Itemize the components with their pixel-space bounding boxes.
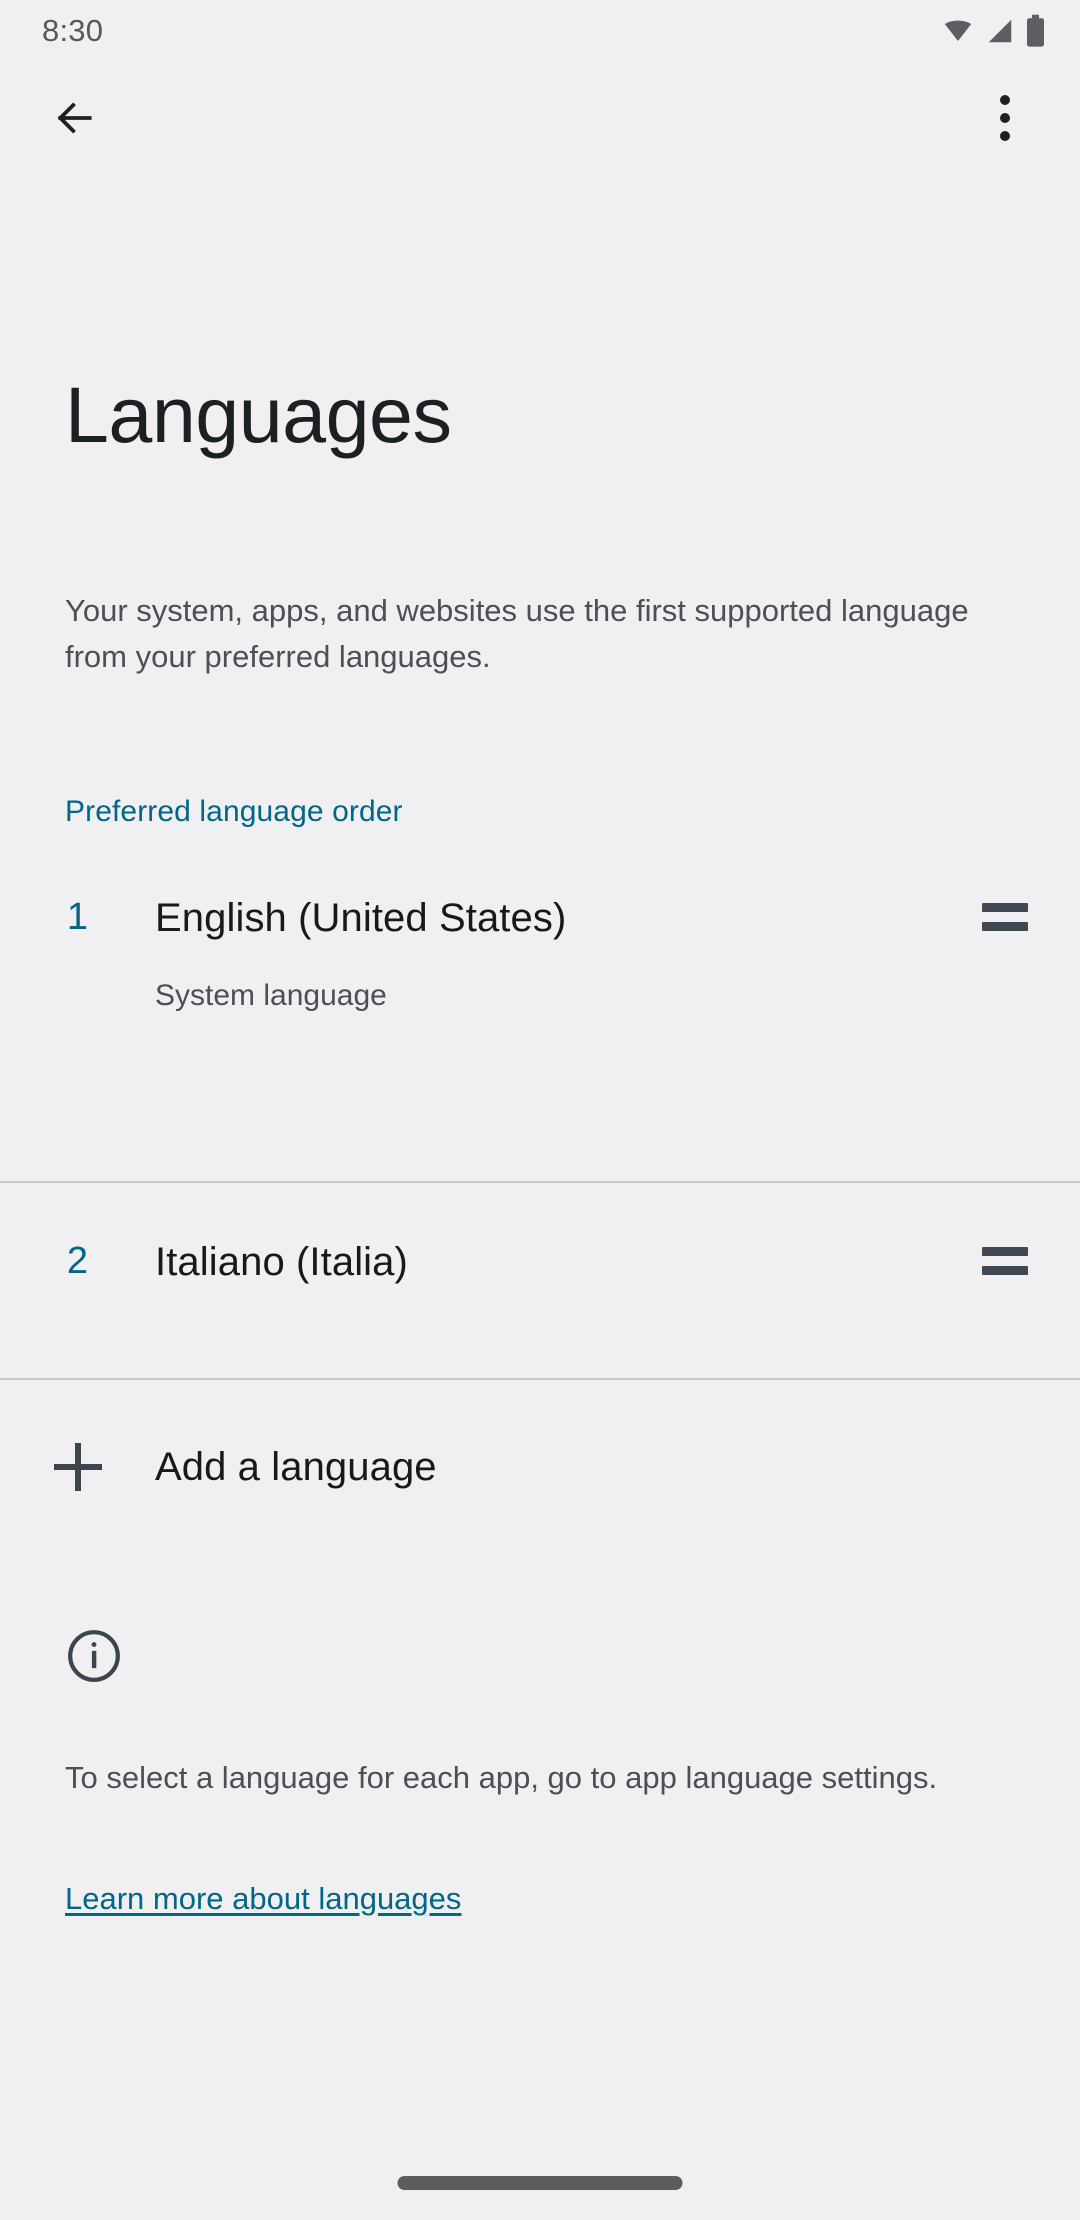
languages-settings-screen: 8:30 Languages Your system, apps, and we… (0, 0, 1080, 2220)
language-list-item[interactable]: 2 Italiano (Italia) (0, 1183, 1080, 1380)
language-list: 1 English (United States) System languag… (0, 845, 1080, 1380)
footer-help-text: To select a language for each app, go to… (65, 1760, 938, 1795)
language-list-item[interactable]: 1 English (United States) System languag… (0, 845, 1080, 1183)
status-bar-clock: 8:30 (42, 13, 104, 48)
more-options-button[interactable] (968, 81, 1042, 155)
list-divider (0, 1378, 1080, 1380)
back-button[interactable] (38, 81, 112, 155)
add-language-button[interactable]: Add a language (0, 1402, 1080, 1532)
wifi-icon (944, 20, 972, 41)
preferred-language-order-header: Preferred language order (65, 795, 403, 828)
drag-handle-icon[interactable] (930, 1239, 1080, 1275)
learn-more-link[interactable]: Learn more about languages (65, 1877, 461, 1921)
status-bar-icons (941, 14, 1046, 48)
language-item-body: English (United States) System language (155, 895, 930, 1015)
drag-handle-icon[interactable] (930, 895, 1080, 931)
add-language-icon-wrap (0, 1443, 155, 1491)
more-options-icon (1000, 95, 1010, 141)
back-arrow-icon (57, 102, 92, 134)
language-subtitle: System language (155, 979, 387, 1012)
battery-icon (1027, 14, 1044, 47)
app-bar (0, 62, 1080, 174)
status-bar: 8:30 (0, 0, 1080, 62)
add-language-label: Add a language (155, 1444, 437, 1489)
cellular-signal-icon (988, 19, 1012, 43)
language-order-number: 1 (66, 896, 89, 938)
page-description: Your system, apps, and websites use the … (65, 593, 969, 674)
info-circle-icon (68, 1630, 120, 1682)
language-name: English (United States) (155, 896, 567, 940)
language-name: Italiano (Italia) (155, 1240, 408, 1284)
language-order-number: 2 (66, 1240, 89, 1282)
gesture-nav-pill[interactable] (397, 2176, 683, 2190)
plus-icon (53, 1443, 102, 1491)
page-title: Languages (65, 370, 452, 459)
language-item-body: Italiano (Italia) (155, 1239, 930, 1285)
